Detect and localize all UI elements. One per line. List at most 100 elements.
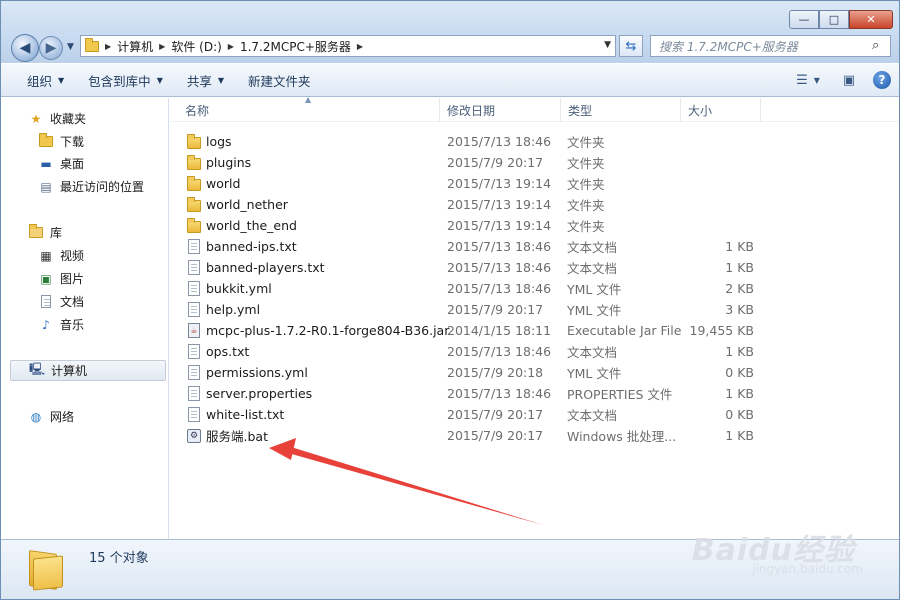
- sidebar-item-videos[interactable]: ▦ 视频: [38, 245, 158, 266]
- file-date: 2015/7/13 19:14: [447, 218, 552, 233]
- file-type: 文本文档: [567, 240, 618, 255]
- sidebar-item-downloads[interactable]: 下载: [38, 131, 158, 152]
- item-count: 15 个对象: [89, 551, 149, 566]
- refresh-icon: ⇆: [625, 38, 637, 54]
- sidebar-item-network[interactable]: ◍ 网络: [28, 406, 158, 427]
- file-row[interactable]: bukkit.yml 2015/7/13 18:46 YML 文件 2 KB: [170, 278, 899, 299]
- file-type: 文件夹: [567, 177, 605, 192]
- search-input[interactable]: 搜索 1.7.2MCPC+服务器: [650, 35, 891, 57]
- organize-button[interactable]: 组织 ▼: [15, 71, 76, 90]
- file-type: Executable Jar File: [567, 323, 682, 338]
- file-size: 3 KB: [725, 302, 754, 317]
- file-name: world: [206, 176, 241, 191]
- sidebar-item-documents[interactable]: 文档: [38, 291, 158, 312]
- column-date-modified[interactable]: 修改日期: [440, 98, 561, 122]
- chevron-right-icon[interactable]: ▶: [228, 42, 234, 51]
- folder-icon: [187, 154, 201, 171]
- file-row[interactable]: world_nether 2015/7/13 19:14 文件夹: [170, 194, 899, 215]
- new-folder-label: 新建文件夹: [248, 73, 311, 89]
- sidebar-item-label: 图片: [60, 272, 85, 286]
- file-row[interactable]: plugins 2015/7/9 20:17 文件夹: [170, 152, 899, 173]
- forward-arrow-icon: ▶: [45, 40, 57, 56]
- file-date: 2015/7/13 19:14: [447, 176, 552, 191]
- file-type: Windows 批处理...: [567, 429, 677, 444]
- search-icon[interactable]: ⌕: [872, 38, 895, 53]
- document-icon: [38, 295, 54, 309]
- file-type: YML 文件: [567, 366, 622, 381]
- file-row[interactable]: banned-ips.txt 2015/7/13 18:46 文本文档 1 KB: [170, 236, 899, 257]
- breadcrumb-computer[interactable]: 计算机: [117, 38, 153, 55]
- jar-file-icon: ☕: [187, 323, 201, 339]
- sidebar-item-libraries[interactable]: 库: [28, 222, 158, 243]
- file-row[interactable]: white-list.txt 2015/7/9 20:17 文本文档 0 KB: [170, 404, 899, 425]
- sidebar-item-desktop[interactable]: ▬ 桌面: [38, 153, 158, 174]
- include-in-library-button[interactable]: 包含到库中 ▼: [76, 71, 175, 90]
- preview-pane-button[interactable]: ▣: [839, 71, 859, 89]
- sidebar-item-computer[interactable]: 🖳 计算机: [10, 360, 166, 381]
- folder-icon: [187, 196, 201, 213]
- file-row[interactable]: logs 2015/7/13 18:46 文件夹: [170, 131, 899, 152]
- sidebar-item-label: 最近访问的位置: [60, 180, 145, 194]
- breadcrumb-drive[interactable]: 软件 (D:): [171, 38, 221, 55]
- file-size: 1 KB: [725, 344, 754, 359]
- column-size[interactable]: 大小: [681, 98, 761, 122]
- file-date: 2015/7/13 18:46: [447, 386, 552, 401]
- column-name[interactable]: 名称: [178, 98, 440, 122]
- file-row[interactable]: ops.txt 2015/7/13 18:46 文本文档 1 KB: [170, 341, 899, 362]
- view-options-button[interactable]: ☰ ▼: [791, 71, 825, 89]
- file-size: 1 KB: [725, 428, 754, 443]
- breadcrumb-folder[interactable]: 1.7.2MCPC+服务器: [240, 38, 351, 55]
- file-row[interactable]: help.yml 2015/7/9 20:17 YML 文件 3 KB: [170, 299, 899, 320]
- address-bar[interactable]: ▶ 计算机 ▶ 软件 (D:) ▶ 1.7.2MCPC+服务器 ▶ ▼: [80, 35, 616, 57]
- file-row[interactable]: banned-players.txt 2015/7/13 18:46 文本文档 1 K…: [170, 257, 899, 278]
- new-folder-button[interactable]: 新建文件夹: [236, 71, 323, 90]
- chevron-right-icon[interactable]: ▶: [159, 42, 165, 51]
- recent-pages-dropdown[interactable]: ▼: [67, 42, 74, 52]
- file-name-cell: plugins: [187, 152, 457, 173]
- file-date: 2015/7/13 18:46: [447, 239, 552, 254]
- folder-icon: [85, 37, 99, 52]
- chevron-right-icon[interactable]: ▶: [105, 42, 111, 51]
- maximize-button[interactable]: □: [819, 10, 849, 29]
- file-row[interactable]: ⚙ 服务端.bat 2015/7/9 20:17 Windows 批处理... 1 KB: [170, 425, 899, 446]
- computer-icon: 🖳: [29, 362, 46, 376]
- sidebar-item-music[interactable]: ♪ 音乐: [38, 314, 158, 335]
- address-dropdown-icon[interactable]: ▼: [604, 40, 611, 50]
- file-row[interactable]: server.properties 2015/7/13 18:46 PROPERTI…: [170, 383, 899, 404]
- document-icon: [187, 365, 201, 381]
- file-row[interactable]: world 2015/7/13 19:14 文件夹: [170, 173, 899, 194]
- chevron-right-icon[interactable]: ▶: [357, 42, 363, 51]
- minimize-button[interactable]: —: [789, 10, 819, 29]
- sidebar-item-label: 收藏夹: [50, 112, 87, 126]
- help-button[interactable]: ?: [873, 71, 891, 89]
- file-name-cell: permissions.yml: [187, 362, 457, 383]
- file-type: 文件夹: [567, 219, 605, 234]
- forward-button[interactable]: ▶: [39, 36, 63, 60]
- sidebar-item-favorites[interactable]: ★ 收藏夹: [28, 108, 158, 129]
- refresh-button[interactable]: ⇆: [619, 35, 643, 57]
- document-icon: [187, 302, 201, 318]
- back-button[interactable]: ◀: [11, 34, 39, 62]
- file-type: 文本文档: [567, 261, 618, 276]
- file-name-cell: server.properties: [187, 383, 457, 404]
- file-row[interactable]: permissions.yml 2015/7/9 20:18 YML 文件 0 KB: [170, 362, 899, 383]
- sidebar-item-pictures[interactable]: ▣ 图片: [38, 268, 158, 289]
- file-size: [682, 152, 754, 173]
- file-type: PROPERTIES 文件: [567, 387, 673, 402]
- file-name-cell: ☕ mcpc-plus-1.7.2-R0.1-forge804-B36.jar: [187, 320, 457, 341]
- file-size: 0 KB: [725, 407, 754, 422]
- file-size: [682, 173, 754, 194]
- sidebar-item-recent-places[interactable]: ▤ 最近访问的位置: [38, 176, 163, 197]
- file-type: 文件夹: [567, 156, 605, 171]
- network-icon: ◍: [30, 409, 42, 424]
- file-row[interactable]: ☕ mcpc-plus-1.7.2-R0.1-forge804-B36.jar 20…: [170, 320, 899, 341]
- file-row[interactable]: world_the_end 2015/7/13 19:14 文件夹: [170, 215, 899, 236]
- column-type[interactable]: 类型: [561, 98, 681, 122]
- file-name-cell: white-list.txt: [187, 404, 457, 425]
- file-date: 2014/1/15 18:11: [447, 323, 552, 338]
- star-icon: ★: [30, 111, 42, 126]
- file-size: 1 KB: [725, 260, 754, 275]
- close-button[interactable]: ✕: [849, 10, 893, 29]
- share-button[interactable]: 共享 ▼: [175, 71, 236, 90]
- file-size: [682, 131, 754, 152]
